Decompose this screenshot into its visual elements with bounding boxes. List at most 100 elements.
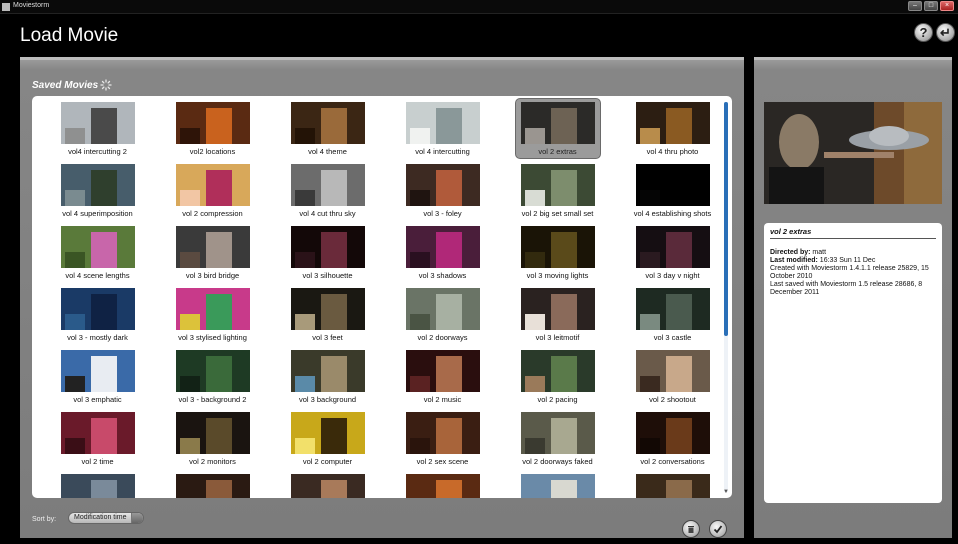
movie-item[interactable] bbox=[40, 474, 155, 498]
movie-item[interactable]: vol 2 extras bbox=[500, 98, 615, 164]
scrollbar-thumb[interactable] bbox=[724, 102, 728, 336]
movie-thumbnail[interactable] bbox=[636, 350, 710, 392]
movie-label: vol 4 theme bbox=[308, 147, 347, 156]
movie-thumbnail[interactable] bbox=[291, 288, 365, 330]
movie-item[interactable]: vol 3 - mostly dark bbox=[40, 288, 155, 350]
movie-item[interactable]: vol 4 scene lengths bbox=[40, 226, 155, 288]
maximize-button[interactable]: □ bbox=[924, 1, 938, 11]
movie-thumbnail[interactable] bbox=[291, 474, 365, 498]
movie-item[interactable]: vol 3 feet bbox=[270, 288, 385, 350]
movie-item[interactable]: vol 4 intercutting bbox=[385, 102, 500, 164]
movie-thumbnail[interactable] bbox=[636, 288, 710, 330]
movie-thumbnail[interactable] bbox=[636, 474, 710, 498]
movie-item[interactable]: vol 3 leitmotif bbox=[500, 288, 615, 350]
movie-label: vol 2 conversations bbox=[640, 457, 705, 466]
movie-item[interactable]: vol 2 compression bbox=[155, 164, 270, 226]
movie-item[interactable]: vol 3 moving lights bbox=[500, 226, 615, 288]
movie-thumbnail[interactable] bbox=[521, 474, 595, 498]
movie-item[interactable]: vol 2 doorways bbox=[385, 288, 500, 350]
movie-thumbnail[interactable] bbox=[176, 474, 250, 498]
movie-item[interactable]: vol 4 cut thru sky bbox=[270, 164, 385, 226]
confirm-button[interactable] bbox=[709, 520, 727, 538]
movie-item[interactable]: vol 3 shadows bbox=[385, 226, 500, 288]
movie-thumbnail[interactable] bbox=[176, 226, 250, 268]
movie-item[interactable]: vol 4 theme bbox=[270, 102, 385, 164]
window-controls: – □ × bbox=[908, 1, 954, 11]
movie-thumbnail[interactable] bbox=[176, 350, 250, 392]
movie-thumbnail[interactable] bbox=[636, 102, 710, 144]
exit-button[interactable]: ↵ bbox=[936, 23, 955, 42]
movie-thumbnail[interactable] bbox=[521, 350, 595, 392]
movie-thumbnail[interactable] bbox=[406, 474, 480, 498]
movie-item[interactable]: vol 4 establishing shots bbox=[615, 164, 730, 226]
movie-thumbnail[interactable] bbox=[61, 412, 135, 454]
movie-thumbnail[interactable] bbox=[521, 102, 595, 144]
movie-thumbnail[interactable] bbox=[406, 412, 480, 454]
movie-thumbnail[interactable] bbox=[406, 350, 480, 392]
movie-thumbnail[interactable] bbox=[176, 288, 250, 330]
movie-thumbnail[interactable] bbox=[521, 288, 595, 330]
sort-select[interactable]: Modification time bbox=[68, 512, 144, 524]
movie-item[interactable]: vol 2 conversations bbox=[615, 412, 730, 474]
movie-thumbnail[interactable] bbox=[406, 226, 480, 268]
movie-thumbnail[interactable] bbox=[521, 412, 595, 454]
movie-item[interactable]: vol 3 day v night bbox=[615, 226, 730, 288]
movie-thumbnail[interactable] bbox=[636, 164, 710, 206]
movie-item[interactable]: vol 2 sex scene bbox=[385, 412, 500, 474]
movie-item[interactable]: vol 3 castle bbox=[615, 288, 730, 350]
movie-thumbnail[interactable] bbox=[291, 226, 365, 268]
movie-item[interactable]: vol 2 doorways faked bbox=[500, 412, 615, 474]
movie-item[interactable]: vol 4 thru photo bbox=[615, 102, 730, 164]
movie-thumbnail[interactable] bbox=[61, 164, 135, 206]
movie-thumbnail[interactable] bbox=[176, 102, 250, 144]
vertical-scrollbar[interactable] bbox=[724, 102, 728, 492]
movie-item[interactable] bbox=[385, 474, 500, 498]
movie-item[interactable] bbox=[615, 474, 730, 498]
movie-item[interactable]: vol 2 time bbox=[40, 412, 155, 474]
movie-item[interactable]: vol 3 - background 2 bbox=[155, 350, 270, 412]
movie-item[interactable] bbox=[500, 474, 615, 498]
movie-item[interactable]: vol 3 stylised lighting bbox=[155, 288, 270, 350]
movie-thumbnail[interactable] bbox=[176, 412, 250, 454]
movie-item[interactable] bbox=[155, 474, 270, 498]
movie-thumbnail[interactable] bbox=[521, 226, 595, 268]
movie-thumbnail[interactable] bbox=[176, 164, 250, 206]
movie-thumbnail[interactable] bbox=[61, 226, 135, 268]
movie-item[interactable]: vol 3 background bbox=[270, 350, 385, 412]
movie-thumbnail[interactable] bbox=[521, 164, 595, 206]
movie-thumbnail[interactable] bbox=[61, 350, 135, 392]
movie-label: vol4 intercutting 2 bbox=[68, 147, 127, 156]
movie-thumbnail[interactable] bbox=[291, 412, 365, 454]
movie-item[interactable]: vol 3 emphatic bbox=[40, 350, 155, 412]
movie-thumbnail[interactable] bbox=[406, 164, 480, 206]
movie-thumbnail[interactable] bbox=[406, 288, 480, 330]
movie-thumbnail[interactable] bbox=[291, 164, 365, 206]
movie-item[interactable]: vol2 locations bbox=[155, 102, 270, 164]
movie-item[interactable]: vol 3 - foley bbox=[385, 164, 500, 226]
delete-button[interactable] bbox=[682, 520, 700, 538]
movie-item[interactable]: vol 2 shootout bbox=[615, 350, 730, 412]
movie-item[interactable]: vol 2 pacing bbox=[500, 350, 615, 412]
movie-item[interactable]: vol4 intercutting 2 bbox=[40, 102, 155, 164]
scroll-down-icon[interactable]: ▼ bbox=[723, 489, 729, 495]
help-button[interactable]: ? bbox=[914, 23, 933, 42]
movie-thumbnail[interactable] bbox=[636, 412, 710, 454]
last-modified-row: Last modified: 16:33 Sun 11 Dec bbox=[770, 257, 936, 265]
movie-item[interactable]: vol 2 big set small set bbox=[500, 164, 615, 226]
movie-thumbnail[interactable] bbox=[291, 350, 365, 392]
movie-item[interactable]: vol 3 bird bridge bbox=[155, 226, 270, 288]
movie-item[interactable]: vol 2 computer bbox=[270, 412, 385, 474]
movie-item[interactable]: vol 2 monitors bbox=[155, 412, 270, 474]
movie-item[interactable]: vol 4 superimposition bbox=[40, 164, 155, 226]
movie-thumbnail[interactable] bbox=[636, 226, 710, 268]
movie-thumbnail[interactable] bbox=[61, 102, 135, 144]
minimize-button[interactable]: – bbox=[908, 1, 922, 11]
movie-item[interactable]: vol 3 silhouette bbox=[270, 226, 385, 288]
close-window-button[interactable]: × bbox=[940, 1, 954, 11]
movie-item[interactable]: vol 2 music bbox=[385, 350, 500, 412]
movie-thumbnail[interactable] bbox=[291, 102, 365, 144]
movie-thumbnail[interactable] bbox=[406, 102, 480, 144]
movie-item[interactable] bbox=[270, 474, 385, 498]
movie-thumbnail[interactable] bbox=[61, 288, 135, 330]
movie-thumbnail[interactable] bbox=[61, 474, 135, 498]
